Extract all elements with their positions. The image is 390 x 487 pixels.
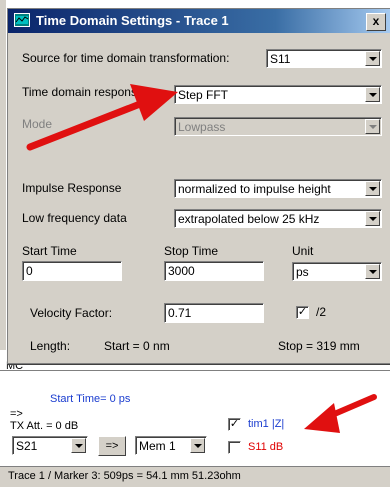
stop-time-input[interactable]: 3000 <box>164 261 264 281</box>
length-start: Start = 0 nm <box>104 339 170 353</box>
mode-select: Lowpass <box>174 117 382 136</box>
dropdown-arrow-icon <box>71 438 86 453</box>
length-stop: Stop = 319 mm <box>278 339 360 353</box>
dropdown-arrow-icon <box>365 211 380 226</box>
title-bar[interactable]: Time Domain Settings - Trace 1 x <box>8 9 390 33</box>
unit-select[interactable]: ps <box>292 262 382 281</box>
lowfreq-select[interactable]: extrapolated below 25 kHz <box>174 209 382 228</box>
apply-arrow-button[interactable]: => <box>98 436 126 456</box>
close-icon: x <box>372 14 380 28</box>
dropdown-arrow-icon <box>365 119 380 134</box>
arrow-text: => <box>10 408 23 420</box>
close-button[interactable]: x <box>366 13 386 31</box>
dialog-title: Time Domain Settings - Trace 1 <box>36 13 229 28</box>
param-select[interactable]: S21 <box>12 436 88 455</box>
status-text: Trace 1 / Marker 3: 509ps = 54.1 mm 51.2… <box>8 470 241 482</box>
source-label: Source for time domain transformation: <box>22 51 230 65</box>
start-time-input[interactable]: 0 <box>22 261 122 281</box>
half-label: /2 <box>316 305 327 319</box>
dropdown-arrow-icon <box>365 264 380 279</box>
length-label: Length: <box>30 339 71 353</box>
mem-select[interactable]: Mem 1 <box>135 436 207 455</box>
unit-label: Unit <box>292 244 314 258</box>
time-domain-settings-dialog: Time Domain Settings - Trace 1 x Source … <box>7 8 390 364</box>
stop-time-label: Stop Time <box>164 244 219 258</box>
start-time-label: Start Time <box>22 244 77 258</box>
trace1-checkbox[interactable]: ✓ <box>228 418 241 431</box>
dropdown-arrow-icon <box>365 87 380 102</box>
dropdown-arrow-icon <box>365 51 380 66</box>
trace1-label: tim1 |Z| <box>248 418 285 430</box>
dropdown-arrow-icon <box>365 181 380 196</box>
velocity-label: Velocity Factor: <box>30 306 113 320</box>
mode-label: Mode <box>22 117 53 131</box>
response-label: Time domain response <box>22 85 144 99</box>
trace2-label: S11 dB <box>248 441 284 453</box>
tx-att-text: TX Att. = 0 dB <box>10 420 79 432</box>
dropdown-arrow-icon <box>190 438 205 453</box>
half-checkbox[interactable]: ✓ <box>296 306 309 319</box>
source-select[interactable]: S11 <box>266 49 382 68</box>
status-bar: Trace 1 / Marker 3: 509ps = 54.1 mm 51.2… <box>0 466 390 487</box>
lowfreq-label: Low frequency data <box>22 211 127 225</box>
background-divider <box>0 370 390 371</box>
window-app-icon <box>14 13 30 27</box>
impulse-label: Impulse Response <box>22 181 122 195</box>
trace2-checkbox[interactable] <box>228 441 241 454</box>
response-select[interactable]: Step FFT <box>174 85 382 104</box>
start-time-text: Start Time= 0 ps <box>50 393 131 405</box>
velocity-input[interactable]: 0.71 <box>164 303 264 323</box>
impulse-select[interactable]: normalized to impulse height <box>174 179 382 198</box>
